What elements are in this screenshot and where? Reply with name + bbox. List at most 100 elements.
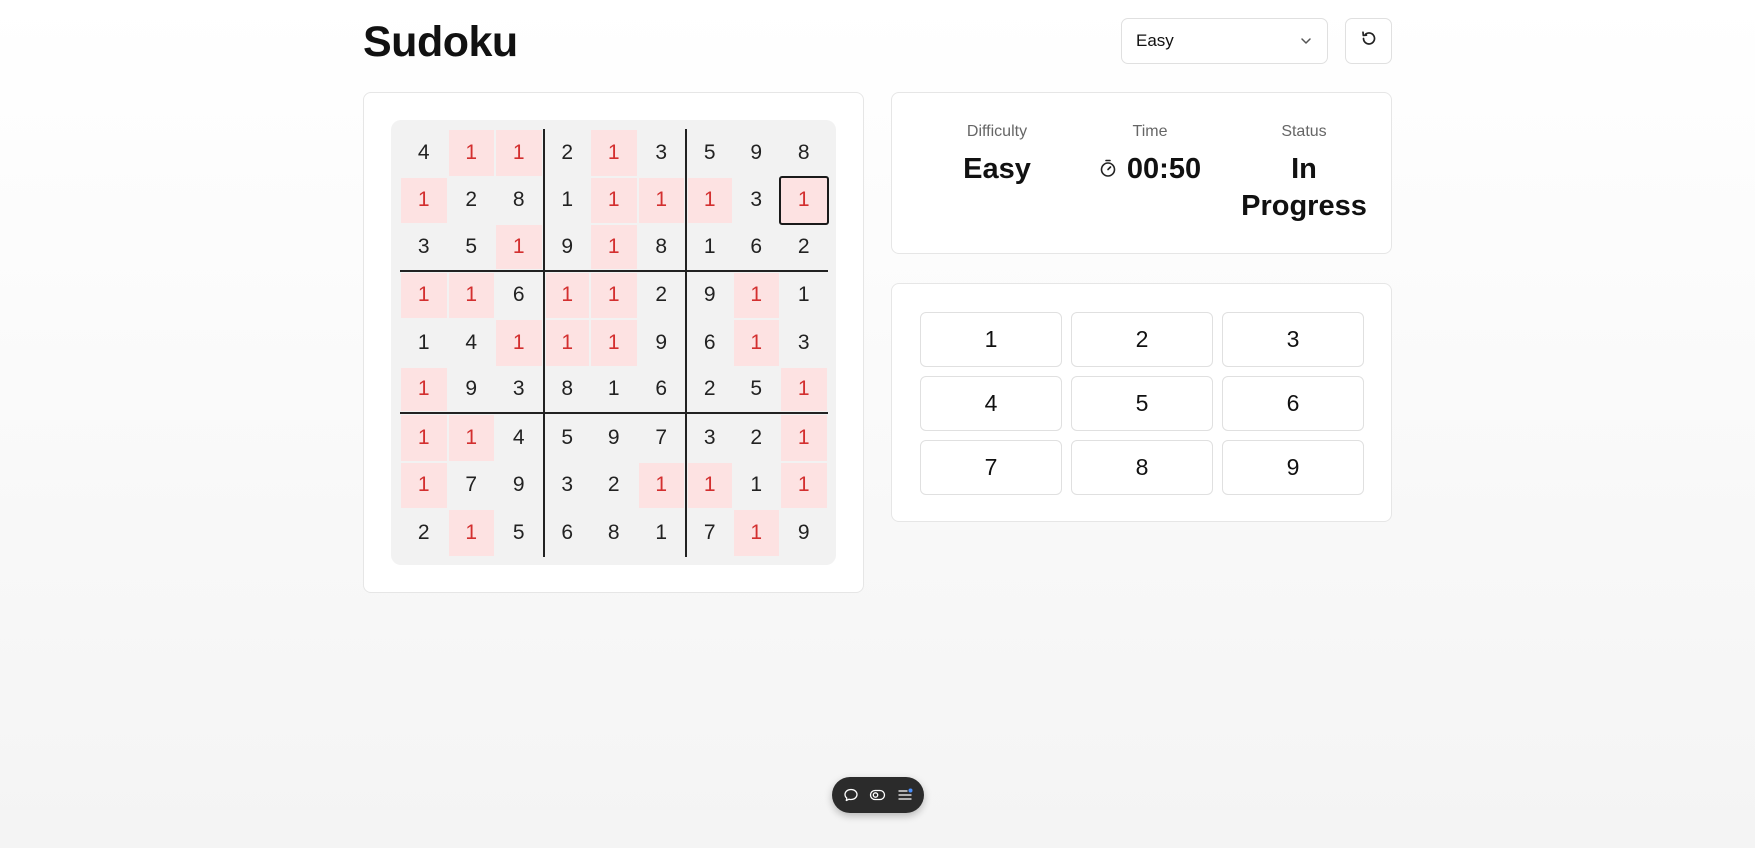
sudoku-cell[interactable]: 1 [780, 414, 828, 462]
sudoku-cell[interactable]: 1 [638, 177, 686, 225]
sudoku-cell[interactable]: 1 [495, 319, 543, 367]
sudoku-cell[interactable]: 1 [590, 129, 638, 177]
sudoku-cell[interactable]: 9 [495, 462, 543, 510]
sudoku-cell[interactable]: 1 [400, 272, 448, 320]
sudoku-cell[interactable]: 6 [685, 319, 733, 367]
number-button-7[interactable]: 7 [920, 440, 1062, 495]
sudoku-cell[interactable]: 2 [733, 414, 781, 462]
sudoku-cell[interactable]: 5 [542, 414, 591, 462]
sudoku-cell[interactable]: 3 [733, 177, 781, 225]
sudoku-cell[interactable]: 1 [400, 462, 448, 510]
sudoku-cell[interactable]: 1 [685, 224, 733, 272]
sudoku-cell[interactable]: 2 [685, 366, 733, 414]
number-button-2[interactable]: 2 [1071, 312, 1213, 367]
cell-value: 1 [607, 377, 620, 401]
sudoku-cell[interactable]: 1 [400, 177, 448, 225]
sudoku-cell[interactable]: 5 [685, 129, 733, 177]
sudoku-cell[interactable]: 3 [400, 224, 448, 272]
sudoku-cell[interactable]: 1 [733, 272, 781, 320]
sudoku-cell[interactable]: 4 [448, 319, 496, 367]
cell-value: 9 [703, 283, 716, 307]
sudoku-cell[interactable]: 1 [448, 272, 496, 320]
sudoku-cell[interactable]: 1 [733, 319, 781, 367]
difficulty-select[interactable]: Easy [1121, 18, 1328, 64]
sudoku-cell[interactable]: 6 [542, 509, 591, 557]
number-button-6[interactable]: 6 [1222, 376, 1364, 431]
sudoku-cell[interactable]: 3 [685, 414, 733, 462]
sudoku-cell[interactable]: 1 [590, 367, 638, 414]
sudoku-cell[interactable]: 1 [495, 224, 543, 272]
sudoku-cell[interactable]: 9 [733, 129, 781, 177]
sudoku-cell[interactable]: 1 [780, 367, 828, 414]
reset-button[interactable] [1345, 18, 1392, 64]
sudoku-cell[interactable]: 4 [400, 129, 448, 177]
sudoku-cell[interactable]: 1 [542, 271, 591, 319]
sudoku-cell[interactable]: 1 [590, 177, 638, 225]
sudoku-cell[interactable]: 1 [685, 461, 733, 509]
number-button-5[interactable]: 5 [1071, 376, 1213, 431]
sudoku-cell[interactable]: 5 [447, 224, 495, 272]
sudoku-cell[interactable]: 9 [590, 414, 638, 462]
sudoku-cell[interactable]: 1 [780, 272, 828, 320]
number-button-1[interactable]: 1 [920, 312, 1062, 367]
sudoku-cell[interactable]: 1 [400, 319, 448, 367]
sudoku-cell[interactable]: 2 [542, 129, 591, 177]
sudoku-cell[interactable]: 8 [590, 509, 638, 557]
sudoku-cell[interactable]: 9 [447, 367, 495, 414]
sudoku-cell[interactable]: 1 [779, 175, 829, 225]
sudoku-cell[interactable]: 2 [400, 509, 448, 557]
sudoku-cell[interactable]: 1 [495, 129, 543, 177]
toggle-icon[interactable] [869, 787, 886, 803]
sudoku-cell[interactable]: 7 [638, 414, 686, 462]
sudoku-cell[interactable]: 1 [638, 509, 686, 557]
sudoku-cell[interactable]: 1 [638, 462, 686, 510]
number-button-8[interactable]: 8 [1071, 440, 1213, 495]
sudoku-cell[interactable]: 9 [638, 319, 686, 367]
sudoku-cell[interactable]: 8 [542, 366, 590, 414]
sudoku-cell[interactable]: 6 [495, 272, 543, 320]
menu-icon[interactable] [897, 787, 914, 803]
sudoku-cell[interactable]: 4 [495, 414, 543, 462]
sudoku-cell[interactable]: 1 [448, 414, 496, 462]
sudoku-cell[interactable]: 1 [542, 176, 591, 224]
sudoku-cell[interactable]: 1 [400, 367, 448, 414]
sudoku-cell[interactable]: 3 [780, 319, 828, 367]
sudoku-cell[interactable]: 7 [448, 462, 496, 510]
sudoku-cell[interactable]: 9 [542, 224, 590, 272]
chat-icon[interactable] [843, 787, 859, 803]
sudoku-cell[interactable]: 7 [685, 509, 733, 557]
sudoku-cell[interactable]: 5 [732, 367, 780, 414]
number-button-4[interactable]: 4 [920, 376, 1062, 431]
sudoku-cell[interactable]: 6 [732, 224, 780, 272]
sudoku-cell[interactable]: 2 [780, 224, 828, 272]
sudoku-cell[interactable]: 2 [448, 177, 496, 225]
sudoku-cell[interactable]: 1 [685, 176, 733, 224]
sudoku-cell[interactable]: 8 [637, 224, 685, 272]
sudoku-cell[interactable]: 5 [495, 509, 543, 557]
number-button-3[interactable]: 3 [1222, 312, 1364, 367]
sudoku-cell[interactable]: 1 [590, 224, 638, 272]
sudoku-cell[interactable]: 1 [448, 509, 496, 557]
sudoku-cell[interactable]: 8 [780, 129, 828, 177]
sudoku-cell[interactable]: 9 [685, 271, 733, 319]
sudoku-cell[interactable]: 1 [590, 272, 638, 320]
sudoku-cell[interactable]: 1 [733, 509, 781, 557]
sudoku-cell[interactable]: 9 [780, 509, 828, 557]
sudoku-cell[interactable]: 2 [638, 272, 686, 320]
chevron-down-icon [1299, 34, 1313, 48]
sudoku-cell[interactable]: 8 [495, 177, 543, 225]
sudoku-cell[interactable]: 6 [637, 367, 685, 414]
sudoku-cell[interactable]: 1 [542, 319, 591, 367]
number-button-9[interactable]: 9 [1222, 440, 1364, 495]
sudoku-cell[interactable]: 1 [400, 414, 448, 462]
sudoku-cell[interactable]: 3 [495, 367, 543, 414]
sudoku-cell[interactable]: 1 [448, 129, 496, 177]
sudoku-cell[interactable]: 3 [638, 129, 686, 177]
sudoku-cell[interactable]: 1 [780, 462, 828, 510]
sudoku-cell[interactable]: 3 [542, 461, 591, 509]
sudoku-cell[interactable]: 2 [590, 462, 638, 510]
cell-value: 4 [465, 330, 478, 354]
cell-value: 1 [401, 177, 447, 223]
sudoku-cell[interactable]: 1 [733, 462, 781, 510]
sudoku-cell[interactable]: 1 [590, 319, 638, 367]
